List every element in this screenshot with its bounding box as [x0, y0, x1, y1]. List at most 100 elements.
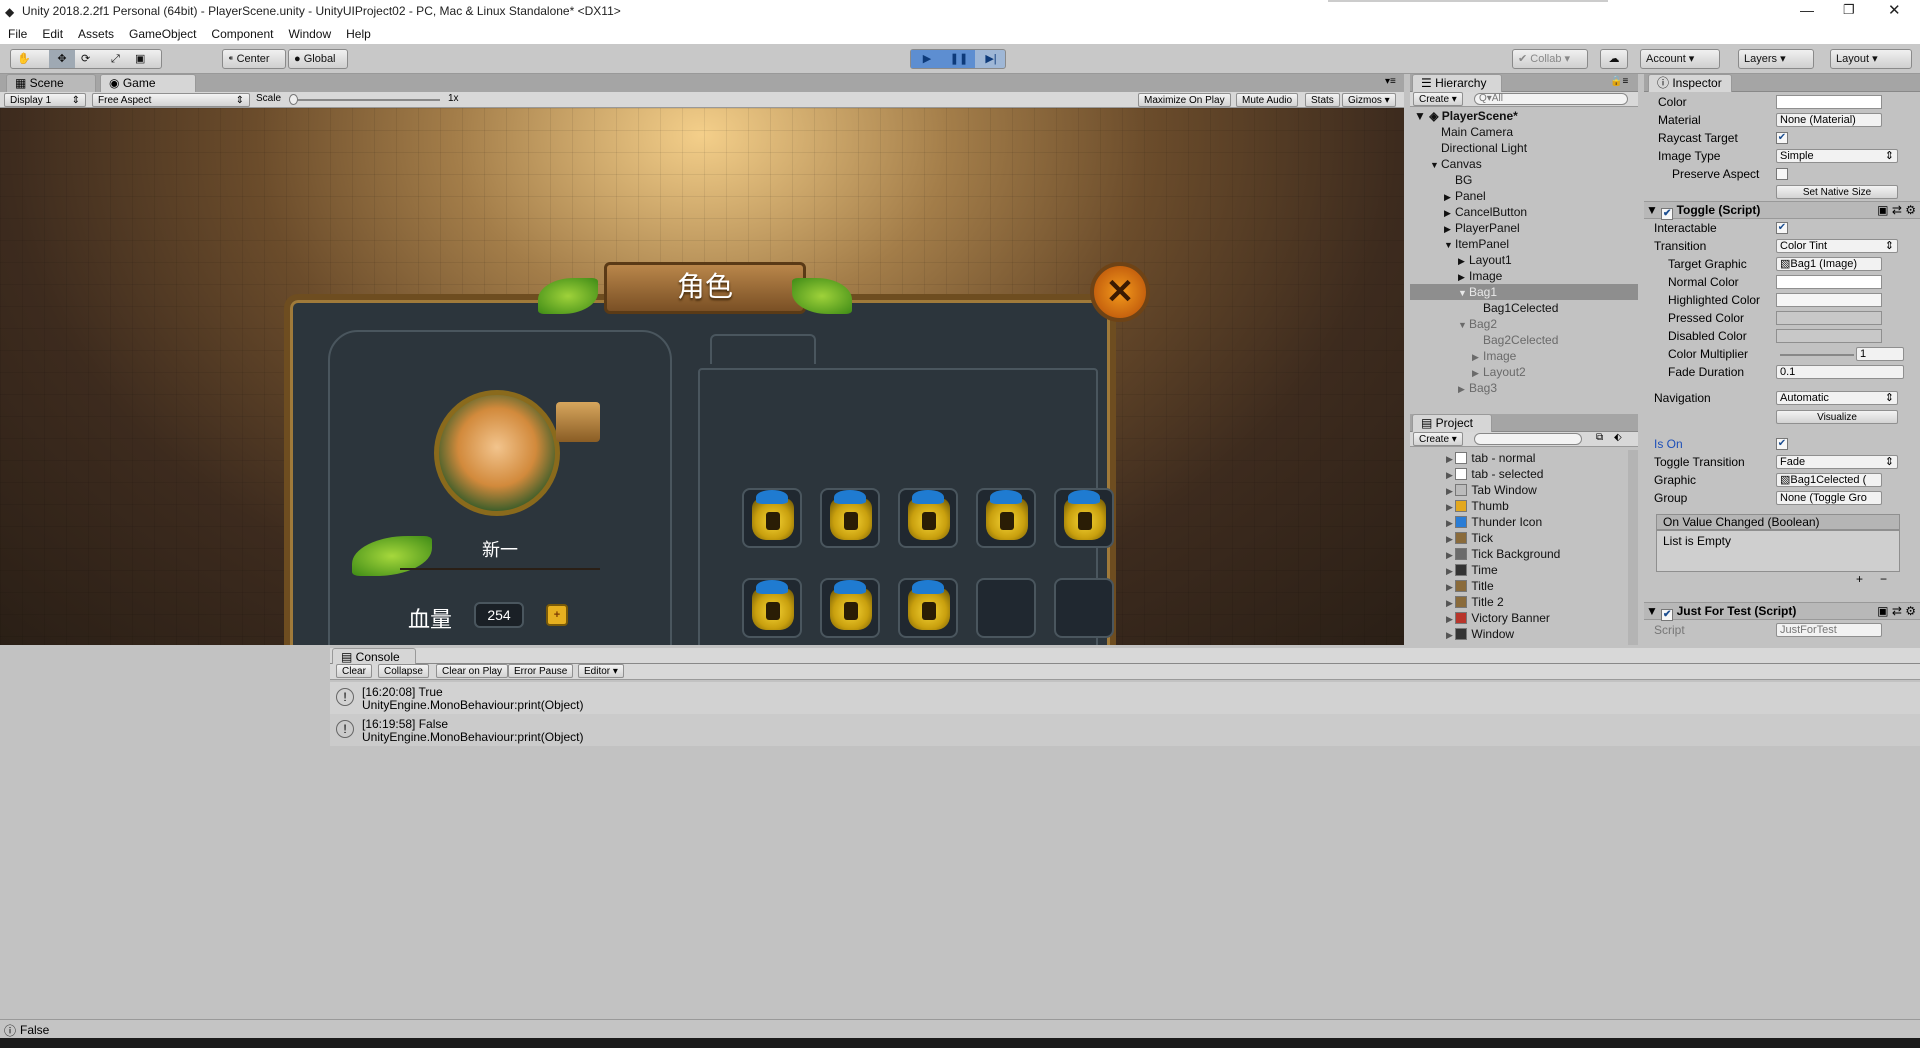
hierarchy-item[interactable]: BG: [1410, 172, 1638, 188]
hierarchy-item[interactable]: ▶ CancelButton: [1410, 204, 1638, 220]
project-asset-item[interactable]: ▶ Window: [1446, 626, 1514, 642]
menu-component[interactable]: Component: [203, 24, 280, 41]
pivot-global-button[interactable]: ● Global: [288, 49, 348, 69]
console-log-entry[interactable]: ! [16:19:58] False UnityEngine.MonoBehavio…: [330, 714, 1920, 746]
menu-assets[interactable]: Assets: [70, 24, 121, 41]
toggle-transition-dropdown[interactable]: Fade ⇕: [1776, 455, 1898, 469]
hierarchy-item[interactable]: ▶ Bag3: [1410, 380, 1638, 396]
console-clear-on-play-button[interactable]: Clear on Play: [436, 664, 509, 678]
tree-arrow-icon[interactable]: ▶: [1444, 221, 1455, 237]
inventory-slot[interactable]: [742, 578, 802, 638]
hierarchy-item[interactable]: ▶ Layout1: [1410, 252, 1638, 268]
hand-tool-icon[interactable]: ✋: [17, 50, 31, 68]
remove-event-icon[interactable]: −: [1880, 572, 1887, 586]
asset-expand-icon[interactable]: ▶: [1446, 486, 1455, 496]
inventory-slot[interactable]: [1054, 578, 1114, 638]
tree-arrow-icon[interactable]: ▼: [1430, 157, 1441, 173]
project-asset-item[interactable]: ▶ tab - selected: [1446, 466, 1543, 482]
play-icon[interactable]: ▶: [911, 50, 943, 68]
color-multiplier-field[interactable]: 1: [1856, 347, 1904, 361]
scene-root[interactable]: ▼ ◈ PlayerScene*: [1414, 108, 1518, 124]
collab-button[interactable]: ✔ Collab ▾: [1512, 49, 1588, 69]
tree-arrow-icon[interactable]: ▼: [1458, 285, 1469, 301]
scale-tool-icon[interactable]: ⤢: [111, 50, 120, 68]
target-graphic-field[interactable]: ▧Bag1 (Image): [1776, 257, 1882, 271]
game-view[interactable]: 角色 ✕ 新一 血量 254 +: [0, 108, 1404, 645]
asset-expand-icon[interactable]: ▶: [1446, 534, 1455, 544]
project-asset-item[interactable]: ▶ Thunder Icon: [1446, 514, 1542, 530]
asset-expand-icon[interactable]: ▶: [1446, 614, 1455, 624]
tab-console[interactable]: ▤ Console: [332, 648, 416, 664]
inventory-slot[interactable]: [820, 578, 880, 638]
menu-gameobject[interactable]: GameObject: [121, 24, 203, 41]
display-dropdown[interactable]: Display 1 ⇕: [4, 93, 86, 107]
graphic-field[interactable]: ▧Bag1Celected (: [1776, 473, 1882, 487]
project-asset-item[interactable]: ▶ Time: [1446, 562, 1498, 578]
asset-expand-icon[interactable]: ▶: [1446, 502, 1455, 512]
hierarchy-item[interactable]: ▼ Bag2: [1410, 316, 1638, 332]
set-native-size-button[interactable]: Set Native Size: [1776, 185, 1898, 199]
visualize-button[interactable]: Visualize: [1776, 410, 1898, 424]
scale-slider-handle[interactable]: [289, 94, 298, 105]
add-hp-button[interactable]: +: [546, 604, 568, 626]
add-event-icon[interactable]: +: [1856, 572, 1863, 586]
tab-menu-icon[interactable]: ▾≡: [1385, 76, 1396, 87]
minimize-icon[interactable]: —: [1800, 2, 1814, 18]
tab-scene[interactable]: ▦ Scene: [6, 74, 96, 92]
project-asset-item[interactable]: ▶ Tick Background: [1446, 546, 1560, 562]
console-clear-button[interactable]: Clear: [336, 664, 372, 678]
hierarchy-item[interactable]: ▼ Bag1: [1410, 284, 1638, 300]
tab-game[interactable]: ◉ Game: [100, 74, 196, 92]
status-text[interactable]: False: [20, 1023, 49, 1037]
project-asset-item[interactable]: ▶ Thumb: [1446, 498, 1509, 514]
tree-arrow-icon[interactable]: ▶: [1444, 205, 1455, 221]
menu-edit[interactable]: Edit: [34, 24, 70, 41]
console-log-entry[interactable]: ! [16:20:08] True UnityEngine.MonoBehaviou…: [330, 682, 1920, 714]
tree-arrow-icon[interactable]: ▶: [1458, 381, 1469, 397]
asset-expand-icon[interactable]: ▶: [1446, 598, 1455, 608]
hierarchy-search-input[interactable]: Q▾All: [1474, 93, 1628, 105]
hierarchy-item[interactable]: ▶ Image: [1410, 268, 1638, 284]
close-icon[interactable]: ✕: [1888, 1, 1901, 19]
just-for-test-header[interactable]: ▼ ✔ Just For Test (Script) ▣ ⇄ ⚙: [1644, 602, 1920, 621]
stats-button[interactable]: Stats: [1305, 93, 1340, 107]
tree-arrow-icon[interactable]: ▶: [1472, 365, 1483, 381]
rotate-tool-icon[interactable]: ⟳: [81, 50, 90, 68]
preserve-aspect-checkbox[interactable]: [1776, 168, 1788, 180]
asset-expand-icon[interactable]: ▶: [1446, 454, 1455, 464]
collapse-icon[interactable]: ▼: [1646, 203, 1658, 217]
pivot-center-button[interactable]: ⁌ Center: [222, 49, 286, 69]
layers-button[interactable]: Layers ▾: [1738, 49, 1814, 69]
asset-expand-icon[interactable]: ▶: [1446, 518, 1455, 528]
hierarchy-item[interactable]: ▶ Layout2: [1410, 364, 1638, 380]
account-button[interactable]: Account ▾: [1640, 49, 1720, 69]
layout-button[interactable]: Layout ▾: [1830, 49, 1912, 69]
project-asset-item[interactable]: ▶ tab - normal: [1446, 450, 1535, 466]
hierarchy-item[interactable]: ▼ ItemPanel: [1410, 236, 1638, 252]
project-create-button[interactable]: Create ▾: [1413, 432, 1463, 446]
asset-expand-icon[interactable]: ▶: [1446, 470, 1455, 480]
tree-arrow-icon[interactable]: ▼: [1458, 317, 1469, 333]
menu-window[interactable]: Window: [280, 24, 338, 41]
hierarchy-item[interactable]: Directional Light: [1410, 140, 1638, 156]
is-on-checkbox[interactable]: ✔: [1776, 438, 1788, 450]
component-settings-icon-2[interactable]: ▣ ⇄ ⚙: [1877, 603, 1916, 620]
transition-dropdown[interactable]: Color Tint ⇕: [1776, 239, 1898, 253]
filter-by-type-icon[interactable]: ⧉: [1596, 432, 1603, 443]
aspect-dropdown[interactable]: Free Aspect ⇕: [92, 93, 250, 107]
move-tool-icon[interactable]: ✥: [49, 50, 75, 68]
hierarchy-item[interactable]: ▶ Image: [1410, 348, 1638, 364]
project-asset-item[interactable]: ▶ Tick: [1446, 530, 1493, 546]
inventory-slot[interactable]: [742, 488, 802, 548]
collapse-icon-2[interactable]: ▼: [1646, 604, 1658, 618]
inventory-tab[interactable]: [710, 334, 816, 364]
mute-audio-button[interactable]: Mute Audio: [1236, 93, 1299, 107]
highlighted-color-field[interactable]: [1776, 293, 1882, 307]
project-scrollbar[interactable]: [1628, 450, 1638, 645]
asset-expand-icon[interactable]: ▶: [1446, 582, 1455, 592]
tree-arrow-icon[interactable]: ▶: [1444, 189, 1455, 205]
image-type-dropdown[interactable]: Simple ⇕: [1776, 149, 1898, 163]
project-asset-item[interactable]: ▶ Title 2: [1446, 594, 1504, 610]
close-button-icon[interactable]: ✕: [1090, 262, 1150, 322]
inventory-slot[interactable]: [976, 578, 1036, 638]
